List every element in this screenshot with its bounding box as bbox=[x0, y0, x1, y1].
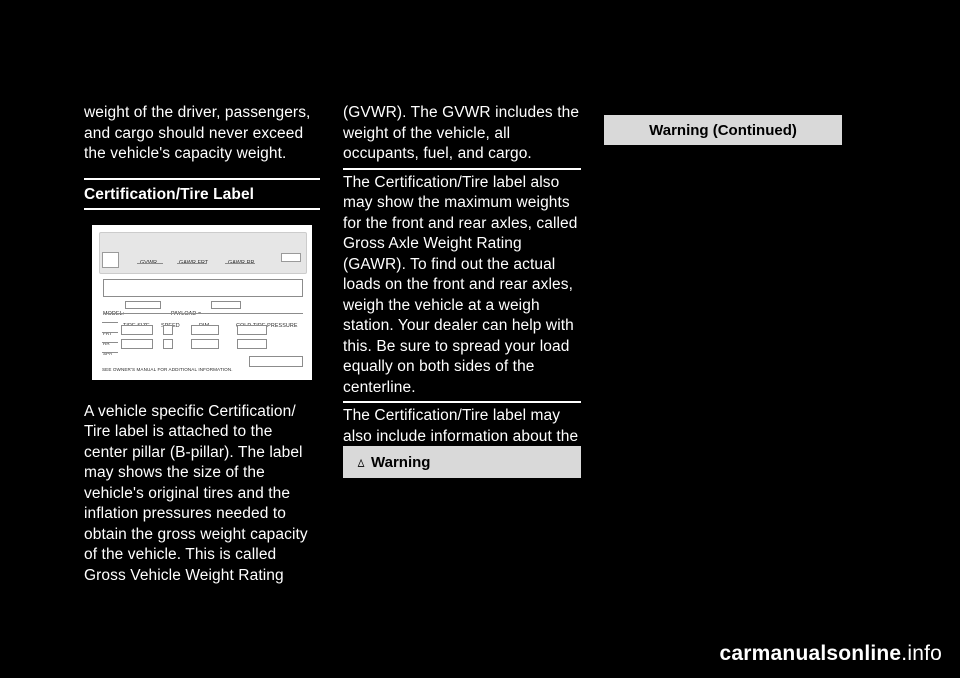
label-card: GVWR GAWR FRT GAWR RR MODEL: PAYLOAD = bbox=[92, 224, 312, 380]
label-cell-rim-frt bbox=[191, 324, 219, 335]
label-cell-rim-rr bbox=[191, 338, 219, 349]
label-cell-size-rr bbox=[121, 338, 153, 349]
label-barcode-box bbox=[281, 252, 301, 262]
paragraph-gvwr: (GVWR). The GVWR includes the weight of … bbox=[343, 104, 580, 162]
label-cell-speed-rr bbox=[163, 338, 173, 349]
paragraph-divider-1 bbox=[343, 167, 581, 170]
certification-tire-label-illustration: GVWR GAWR FRT GAWR RR MODEL: PAYLOAD = bbox=[84, 218, 320, 391]
paragraph-capacity-weight: weight of the driver, passengers, and ca… bbox=[84, 104, 311, 162]
label-gawr-rr-rule bbox=[225, 262, 255, 264]
manual-page: weight of the driver, passengers, and ca… bbox=[0, 0, 960, 678]
site-watermark-suffix: .info bbox=[901, 642, 942, 665]
heading-text: Certification/Tire Label bbox=[84, 185, 255, 203]
label-row-rule-3 bbox=[102, 341, 118, 343]
warning-continued-box: Warning (Continued) bbox=[604, 115, 842, 145]
label-row-rule-2 bbox=[102, 331, 118, 333]
warning-label: Warning bbox=[371, 453, 431, 471]
label-footer-note: SEE OWNER'S MANUAL FOR ADDITIONAL INFORM… bbox=[102, 366, 233, 372]
site-watermark-bold: carmanualsonline bbox=[719, 642, 902, 665]
label-row-rule-4 bbox=[102, 351, 118, 353]
paragraph-certification-label: A vehicle specific Certification/ Tire l… bbox=[84, 402, 308, 584]
label-logo-box bbox=[102, 251, 119, 268]
heading-rule-bottom bbox=[84, 207, 320, 210]
warning-triangle-icon: ▵ bbox=[357, 454, 365, 471]
label-card-inner: GVWR GAWR FRT GAWR RR MODEL: PAYLOAD = bbox=[99, 231, 307, 375]
site-watermark: carmanualsonline.info bbox=[720, 642, 942, 666]
paragraph-gawr: The Certification/Tire label also may sh… bbox=[343, 173, 578, 396]
label-model-field bbox=[125, 300, 161, 309]
warning-continued-label: Warning (Continued) bbox=[649, 121, 797, 139]
section-heading-certification-tire-label: Certification/Tire Label bbox=[84, 177, 320, 210]
label-cell-size-frt bbox=[121, 324, 153, 335]
warning-box: ▵ Warning bbox=[343, 446, 581, 478]
label-gawr-frt-rule bbox=[177, 262, 207, 264]
label-divider-rule bbox=[103, 312, 303, 314]
heading-rule-top bbox=[84, 177, 320, 180]
text-column-1: weight of the driver, passengers, and ca… bbox=[84, 103, 320, 586]
paragraph-block-2: A vehicle specific Certification/ Tire l… bbox=[84, 401, 320, 586]
label-row-rule-1 bbox=[102, 321, 118, 323]
label-footer-box bbox=[249, 355, 303, 367]
paragraph-divider-2 bbox=[343, 401, 581, 403]
text-column-2: (GVWR). The GVWR includes the weight of … bbox=[343, 103, 581, 468]
label-cell-pressure-rr bbox=[237, 338, 267, 349]
label-cell-pressure-frt bbox=[237, 324, 267, 335]
label-cell-speed-frt bbox=[163, 324, 173, 335]
label-payload-field bbox=[211, 300, 241, 309]
paragraph-block: weight of the driver, passengers, and ca… bbox=[84, 103, 320, 165]
label-gvwr-rule bbox=[137, 262, 163, 264]
label-vin-box bbox=[103, 278, 303, 297]
